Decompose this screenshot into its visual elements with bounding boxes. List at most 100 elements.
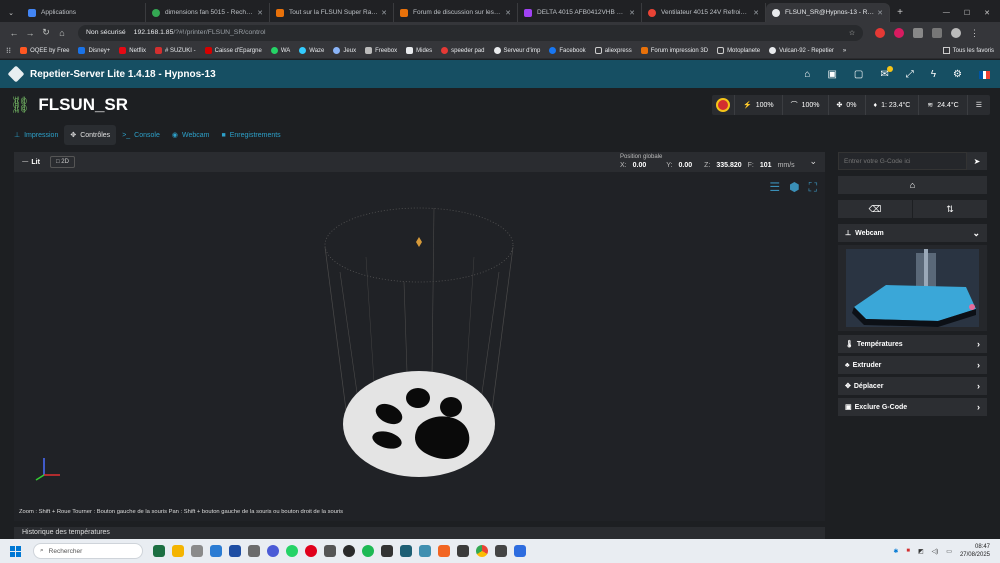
tray-app-icon[interactable]: ◩	[918, 548, 924, 555]
browser-tab[interactable]: dimensions fan 5015 - Recherch ✕	[146, 3, 270, 22]
forward-icon[interactable]: →	[22, 28, 38, 38]
bookmark[interactable]: Mides	[406, 47, 432, 54]
snipping-tool-icon[interactable]	[210, 545, 222, 557]
exclude-gcode-panel[interactable]: ▣ Exclure G-Code ›	[838, 398, 987, 416]
downloads-icon[interactable]	[932, 27, 942, 38]
app-icon[interactable]	[514, 545, 526, 557]
taskbar-search[interactable]: ⌕ Rechercher	[33, 543, 143, 559]
home-icon[interactable]: ⌂	[804, 69, 810, 80]
browser-tab[interactable]: Forum de discussion sur les imp ✕	[394, 3, 518, 22]
speed-stat[interactable]: ⌒ 100%	[783, 95, 829, 115]
temperature-history-header[interactable]: Historique des températures	[14, 527, 825, 539]
move-panel[interactable]: ✥ Déplacer ›	[838, 377, 987, 395]
temperatures-panel[interactable]: 🌡︎ Températures ›	[838, 335, 987, 353]
windows-start-icon[interactable]	[10, 545, 21, 557]
bookmark[interactable]: Disney+	[78, 47, 110, 54]
profile-avatar-icon[interactable]	[951, 27, 961, 38]
bookmark[interactable]: Serveur d'imp	[493, 47, 540, 54]
apps-grid-icon[interactable]: ⁝⁝	[6, 46, 11, 55]
bookmark[interactable]: Waze	[299, 47, 324, 54]
home-icon[interactable]: ⌂	[54, 28, 70, 38]
extensions-puzzle-icon[interactable]	[913, 27, 923, 38]
browser-tab[interactable]: Applications	[22, 3, 146, 22]
browser-menu-icon[interactable]: ⋮	[970, 28, 980, 38]
browser-tab[interactable]: Ventilateur 4015 24V Refroidiss ✕	[642, 3, 766, 22]
bookmark[interactable]: Facebook	[549, 47, 586, 54]
bookmark[interactable]: speeder pad	[441, 47, 485, 54]
whatsapp-icon[interactable]	[286, 545, 298, 557]
bookmark-folder[interactable]: aliexpress	[594, 47, 632, 54]
minimize-icon[interactable]: —	[943, 9, 950, 16]
home-all-button[interactable]: ⌂	[838, 176, 987, 194]
tab-webcam[interactable]: ◉ Webcam	[166, 125, 216, 145]
new-tab-button[interactable]: +	[890, 3, 910, 22]
bookmark[interactable]: Netflix	[119, 47, 146, 54]
battery-icon[interactable]: ▭	[946, 548, 952, 555]
opera-icon[interactable]	[305, 545, 317, 557]
app-icon[interactable]	[438, 545, 450, 557]
tab-impression[interactable]: ⊥ Impression	[8, 125, 64, 145]
language-flag-icon[interactable]	[979, 70, 991, 79]
address-bar[interactable]: Non sécurisé 192.168.1.85 /?#!/printer/F…	[78, 24, 863, 41]
webcam-stream[interactable]	[838, 245, 987, 331]
camera-app-icon[interactable]	[324, 545, 336, 557]
bookmark[interactable]: Forum impression 3D	[640, 47, 708, 54]
browser-tab-active[interactable]: FLSUN_SR@Hypnos-13 - Repetier✕	[766, 3, 890, 22]
printer-list-icon[interactable]: ▣	[827, 69, 836, 80]
tab-close-icon[interactable]: ✕	[381, 9, 387, 17]
tray-app-icon[interactable]: ■	[906, 548, 910, 554]
tab-controles[interactable]: ✥ Contrôles	[64, 125, 117, 145]
send-gcode-button[interactable]: ➤	[967, 152, 987, 170]
power-icon[interactable]: ϟ	[931, 69, 936, 80]
not-secure-label[interactable]: Non sécurisé	[86, 29, 126, 36]
printer-3d-view[interactable]: ⏤ Lit □ 2D Position globale X: 0.00 Y: 0.0…	[14, 152, 825, 521]
reload-icon[interactable]: ↻	[38, 27, 54, 38]
bookmarks-overflow[interactable]: »	[843, 48, 846, 54]
all-bookmarks-folder[interactable]: Tous les favoris	[942, 47, 994, 54]
bookmark[interactable]: Vulcan-92 - Repetier	[769, 47, 834, 54]
bluetooth-icon[interactable]: ✱	[893, 548, 898, 555]
repetier-icon[interactable]	[400, 545, 412, 557]
app-icon[interactable]	[343, 545, 355, 557]
bookmark[interactable]: OQEE by Free	[20, 47, 69, 54]
tab-console[interactable]: >_ Console	[116, 125, 166, 145]
tab-search-icon[interactable]: ⌄	[0, 3, 22, 22]
bookmark[interactable]: # SUZUKI -	[154, 47, 196, 54]
messages-icon[interactable]: ✉	[880, 65, 893, 80]
gcode-input[interactable]	[838, 152, 967, 170]
tab-close-icon[interactable]: ✕	[877, 9, 883, 17]
app-icon[interactable]	[457, 545, 469, 557]
app-icon[interactable]	[267, 545, 279, 557]
back-icon[interactable]: ←	[6, 28, 22, 38]
browser-tab[interactable]: Tout sur la FLSUN Super Racer ✕	[270, 3, 394, 22]
app-icon[interactable]	[248, 545, 260, 557]
file-explorer-icon[interactable]	[172, 545, 184, 557]
repetier-logo-icon[interactable]	[7, 65, 25, 83]
flow-stat[interactable]: ✤ 0%	[829, 95, 866, 115]
extruder-panel[interactable]: ♣ Extruder ›	[838, 356, 987, 374]
extension-pink-icon[interactable]	[894, 27, 904, 38]
tab-enregistrements[interactable]: ■ Enregistrements	[215, 125, 286, 145]
bookmark[interactable]: Freebox	[365, 47, 397, 54]
browser-tab[interactable]: DELTA 4015 AFB0412VHB 12V ✕	[518, 3, 642, 22]
extruder-temp-stat[interactable]: ♦ 1: 23.4°C	[866, 95, 920, 115]
tab-close-icon[interactable]: ✕	[257, 9, 263, 17]
webcam-panel-header[interactable]: ⊥ Webcam ⌄	[838, 224, 987, 242]
tab-close-icon[interactable]: ✕	[753, 9, 759, 17]
bookmark[interactable]: Jeux	[333, 47, 356, 54]
bed-temp-stat[interactable]: ≋ 24.4°C	[919, 95, 968, 115]
maximize-icon[interactable]: ☐	[964, 9, 970, 17]
tab-close-icon[interactable]: ✕	[505, 9, 511, 17]
bookmark[interactable]: Caisse d'Epargne	[204, 47, 262, 54]
bookmark[interactable]: WA	[270, 47, 290, 54]
extension-red-icon[interactable]	[875, 27, 885, 38]
bookmark-folder[interactable]: Motoplanete	[717, 47, 760, 54]
spotify-icon[interactable]	[362, 545, 374, 557]
volume-icon[interactable]: ◁)	[932, 548, 939, 555]
monitor-icon[interactable]: ▢	[854, 69, 863, 80]
app-icon[interactable]	[229, 545, 241, 557]
fullscreen-icon[interactable]: ⤢	[906, 69, 914, 80]
excel-icon[interactable]	[153, 545, 165, 557]
close-window-icon[interactable]: ✕	[984, 9, 990, 17]
app-title[interactable]: Repetier-Server Lite 1.4.18 - Hypnos-13	[30, 69, 216, 80]
